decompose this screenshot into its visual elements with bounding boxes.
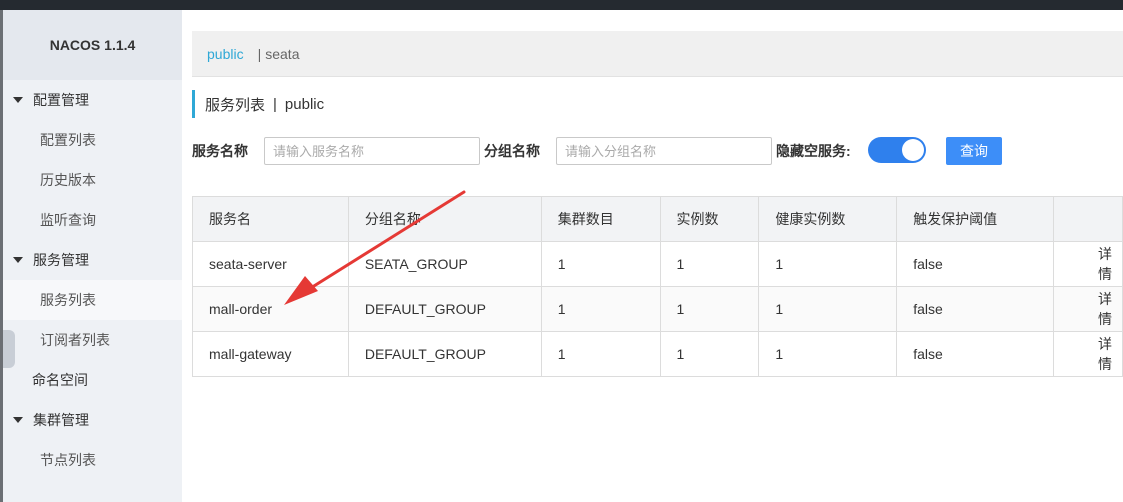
query-button[interactable]: 查询 — [946, 137, 1002, 165]
table-row: mall-order DEFAULT_GROUP 1 1 1 false 详情 — [192, 286, 1123, 332]
sidebar-item-label: 订阅者列表 — [40, 332, 110, 348]
cell-group-name: SEATA_GROUP — [347, 241, 542, 287]
sidebar-item-cluster-management[interactable]: 集群管理 — [3, 400, 182, 440]
sidebar-item-label: 服务列表 — [40, 292, 96, 308]
sidebar-item-label: 节点列表 — [40, 452, 96, 468]
service-name-label: 服务名称 — [192, 143, 248, 159]
cell-group-name: DEFAULT_GROUP — [347, 331, 542, 377]
sidebar-item-label: 命名空间 — [32, 372, 88, 388]
page-title-namespace: public — [284, 95, 325, 113]
sidebar-item-label: 历史版本 — [40, 172, 96, 188]
sidebar: NACOS 1.1.4 配置管理 配置列表 历史版本 监听查询 服务管理 服务列… — [3, 10, 182, 502]
sidebar-item-config-management[interactable]: 配置管理 — [3, 80, 182, 120]
sidebar-item-label: 配置管理 — [33, 92, 89, 108]
hide-empty-label: 隐藏空服务: — [776, 143, 851, 159]
sidebar-item-history[interactable]: 历史版本 — [3, 160, 182, 200]
cell-service-name: mall-order — [192, 286, 349, 332]
cell-healthy-count: 1 — [758, 286, 898, 332]
sidebar-item-listener-query[interactable]: 监听查询 — [3, 200, 182, 240]
cell-service-name: mall-gateway — [192, 331, 349, 377]
cell-instance-count: 1 — [659, 331, 760, 377]
namespace-seata[interactable]: seata — [265, 46, 299, 62]
col-service-name: 服务名 — [192, 196, 349, 242]
toggle-knob — [902, 139, 924, 161]
cell-service-name: seata-server — [192, 241, 349, 287]
cell-group-name: DEFAULT_GROUP — [347, 286, 542, 332]
hide-empty-toggle[interactable] — [868, 137, 926, 163]
sidebar-item-config-list[interactable]: 配置列表 — [3, 120, 182, 160]
sidebar-item-label: 监听查询 — [40, 212, 96, 228]
col-protect-threshold: 触发保护阈值 — [896, 196, 1054, 242]
col-cluster-count: 集群数目 — [540, 196, 661, 242]
sidebar-item-subscriber-list[interactable]: 订阅者列表 — [3, 320, 182, 360]
col-group-name: 分组名称 — [347, 196, 542, 242]
sidebar-collapse-handle[interactable] — [3, 330, 15, 368]
namespace-bar: public | seata — [192, 31, 1123, 77]
sidebar-item-service-list[interactable]: 服务列表 — [3, 280, 182, 320]
sidebar-item-service-management[interactable]: 服务管理 — [3, 240, 182, 280]
sidebar-item-label: 配置列表 — [40, 132, 96, 148]
cell-protect-threshold: false — [896, 331, 1054, 377]
table-row: mall-gateway DEFAULT_GROUP 1 1 1 false 详… — [192, 331, 1123, 377]
search-form: 服务名称 分组名称 隐藏空服务: 查询 — [192, 136, 1123, 166]
cell-cluster-count: 1 — [540, 331, 661, 377]
col-healthy-count: 健康实例数 — [758, 196, 898, 242]
namespace-separator: | — [257, 45, 262, 62]
caret-down-icon — [13, 97, 23, 103]
page-title-text: 服务列表 — [205, 96, 266, 114]
cell-instance-count: 1 — [659, 286, 760, 332]
cell-protect-threshold: false — [896, 286, 1054, 332]
cell-cluster-count: 1 — [540, 241, 661, 287]
top-bar — [0, 0, 1123, 10]
brand-title: NACOS 1.1.4 — [3, 10, 182, 80]
caret-down-icon — [13, 417, 23, 423]
detail-link[interactable]: 详情 — [1052, 331, 1123, 377]
table-row: seata-server SEATA_GROUP 1 1 1 false 详情 — [192, 241, 1123, 287]
page-title-pipe: | — [273, 95, 277, 113]
sidebar-item-node-list[interactable]: 节点列表 — [3, 440, 182, 480]
col-actions — [1052, 196, 1123, 242]
group-name-input[interactable] — [556, 137, 772, 165]
sidebar-item-namespace[interactable]: 命名空间 — [3, 360, 182, 400]
cell-healthy-count: 1 — [758, 331, 898, 377]
cell-healthy-count: 1 — [758, 241, 898, 287]
service-table: 服务名 分组名称 集群数目 实例数 健康实例数 触发保护阈值 seata-ser… — [192, 196, 1123, 377]
detail-link[interactable]: 详情 — [1052, 241, 1123, 287]
col-instance-count: 实例数 — [659, 196, 760, 242]
cell-instance-count: 1 — [659, 241, 760, 287]
caret-down-icon — [13, 257, 23, 263]
cell-protect-threshold: false — [896, 241, 1054, 287]
page-title: 服务列表 | public — [192, 90, 324, 118]
group-name-label: 分组名称 — [484, 143, 540, 159]
cell-cluster-count: 1 — [540, 286, 661, 332]
namespace-public[interactable]: public — [207, 46, 244, 62]
sidebar-item-label: 服务管理 — [33, 252, 89, 268]
table-header-row: 服务名 分组名称 集群数目 实例数 健康实例数 触发保护阈值 — [192, 196, 1123, 242]
detail-link[interactable]: 详情 — [1052, 286, 1123, 332]
service-name-input[interactable] — [264, 137, 480, 165]
sidebar-item-label: 集群管理 — [33, 412, 89, 428]
